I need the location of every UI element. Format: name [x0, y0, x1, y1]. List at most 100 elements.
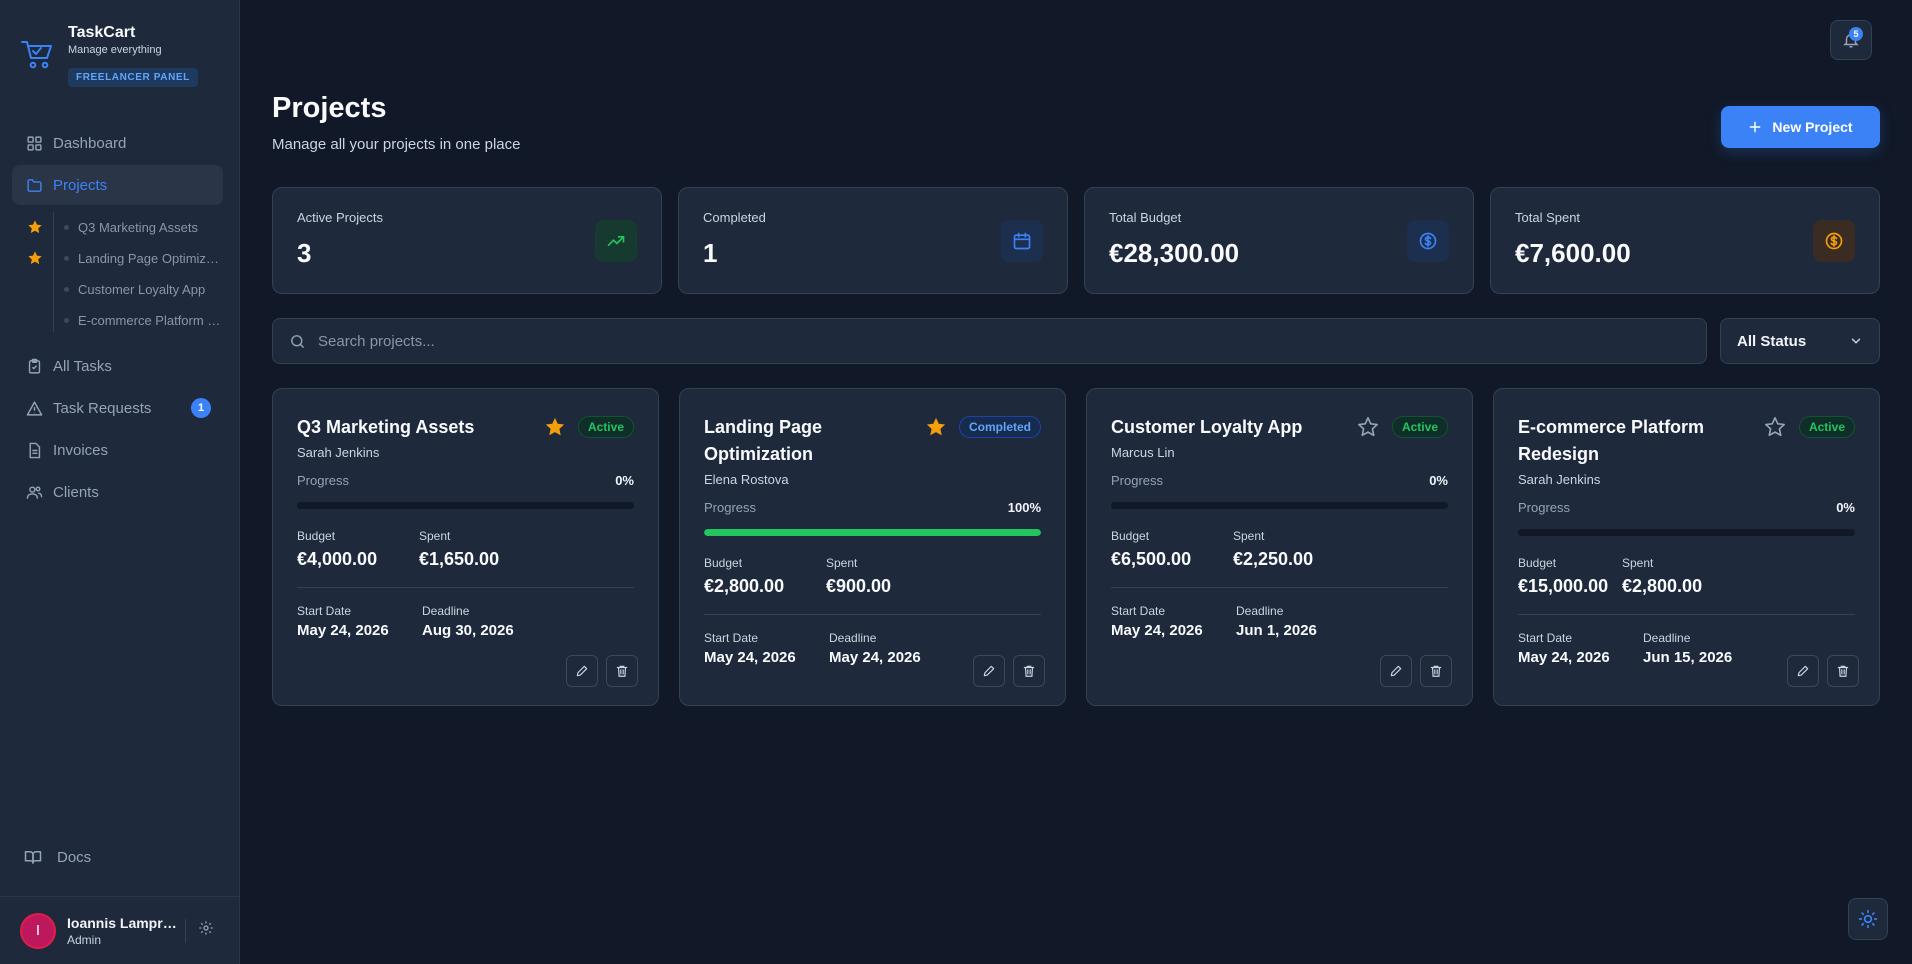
project-link[interactable]: Q3 Marketing Assets	[64, 217, 224, 237]
sidebar: TaskCart Manage everything FREELANCER PA…	[0, 0, 240, 964]
notifications-button[interactable]: 5	[1830, 20, 1872, 60]
trash-icon	[1430, 665, 1442, 677]
docs-label: Docs	[57, 848, 92, 866]
users-icon	[26, 485, 43, 499]
budget-value: €15,000.00	[1518, 576, 1609, 596]
client-name: Elena Rostova	[704, 472, 789, 487]
start-date-value: May 24, 2026	[297, 622, 389, 639]
stat-value: 3	[297, 238, 312, 268]
brand-name: TaskCart	[68, 24, 136, 41]
deadline-label: Deadline	[1236, 604, 1284, 618]
start-date-label: Start Date	[297, 604, 352, 618]
stat-value: 1	[703, 238, 718, 268]
start-date-value: May 24, 2026	[1518, 649, 1610, 666]
sidebar-item-projects[interactable]: Projects	[12, 165, 223, 205]
pencil-icon	[983, 665, 995, 677]
project-card[interactable]: Landing Page Optimization Completed Elen…	[679, 388, 1066, 706]
calendar-icon	[1013, 232, 1031, 250]
star-outline-icon[interactable]	[1764, 416, 1786, 438]
stat-label: Completed	[703, 210, 766, 225]
docs-link[interactable]: Docs	[24, 848, 91, 866]
sidebar-item-clients[interactable]: Clients	[12, 472, 223, 512]
plus-icon	[1750, 121, 1761, 133]
dollar-circle-icon	[1825, 232, 1843, 250]
divider	[1518, 614, 1855, 615]
divider	[704, 614, 1041, 615]
sidebar-item-task-requests[interactable]: Task Requests 1	[12, 388, 223, 428]
bullet-dot	[64, 224, 69, 230]
budget-value: €2,800.00	[704, 576, 785, 596]
user-name: Ioannis Lampropoulos	[67, 914, 177, 931]
pencil-icon	[576, 665, 588, 677]
trash-icon	[1023, 665, 1035, 677]
progress-bar	[704, 529, 1041, 536]
spent-label: Spent	[826, 556, 858, 570]
grid-icon	[27, 135, 42, 151]
progress-value: 0%	[1429, 473, 1448, 488]
progress-bar	[297, 502, 634, 509]
notification-count-badge: 5	[1849, 27, 1863, 41]
bullet-dot	[64, 255, 69, 261]
stat-value: €7,600.00	[1515, 238, 1631, 268]
progress-label: Progress	[704, 500, 757, 515]
page-subtitle: Manage all your projects in one place	[272, 136, 521, 153]
budget-label: Budget	[1518, 556, 1557, 570]
search-input[interactable]	[318, 332, 1618, 350]
stat-icon-box	[1407, 220, 1449, 262]
client-name: Marcus Lin	[1111, 445, 1175, 460]
stat-card-completed: Completed 1	[678, 187, 1068, 294]
progress-label: Progress	[1518, 500, 1571, 515]
start-date-label: Start Date	[704, 631, 759, 645]
pencil-icon	[1390, 665, 1402, 677]
theme-toggle-button[interactable]	[1848, 898, 1888, 940]
project-link[interactable]: Landing Page Optimization	[64, 248, 224, 268]
delete-button[interactable]	[1013, 655, 1045, 687]
project-card[interactable]: Customer Loyalty App Active Marcus Lin P…	[1086, 388, 1473, 706]
deadline-value: Jun 1, 2026	[1236, 622, 1317, 639]
project-link[interactable]: E-commerce Platform Redesign	[64, 310, 224, 330]
project-title: Customer Loyalty App	[1111, 417, 1303, 437]
edit-button[interactable]	[566, 655, 598, 687]
project-card[interactable]: E-commerce Platform Redesign Active Sara…	[1493, 388, 1880, 706]
brand[interactable]: TaskCart Manage everything FREELANCER PA…	[20, 24, 198, 87]
sidebar-item-all-tasks[interactable]: All Tasks	[12, 346, 223, 386]
cart-logo-icon	[21, 41, 52, 69]
client-name: Sarah Jenkins	[1518, 472, 1601, 487]
delete-button[interactable]	[606, 655, 638, 687]
delete-button[interactable]	[1827, 655, 1859, 687]
spent-label: Spent	[1233, 529, 1265, 543]
brand-tagline: Manage everything	[68, 44, 162, 56]
divider	[185, 918, 186, 943]
edit-button[interactable]	[1380, 655, 1412, 687]
client-name: Sarah Jenkins	[297, 445, 380, 460]
trash-icon	[1837, 665, 1849, 677]
star-outline-icon[interactable]	[1357, 416, 1379, 438]
sidebar-item-dashboard[interactable]: Dashboard	[12, 123, 223, 163]
spent-label: Spent	[1622, 556, 1654, 570]
avatar[interactable]: I	[20, 912, 56, 949]
trending-up-icon	[607, 236, 625, 246]
settings-button[interactable]	[198, 920, 214, 941]
star-filled-icon[interactable]	[544, 416, 566, 438]
new-project-button[interactable]: New Project	[1721, 106, 1880, 148]
progress-bar	[1111, 502, 1448, 509]
edit-button[interactable]	[1787, 655, 1819, 687]
stat-icon-box	[1001, 220, 1043, 262]
project-card[interactable]: Q3 Marketing Assets Active Sarah Jenkins…	[272, 388, 659, 706]
sidebar-item-label: Dashboard	[53, 134, 127, 152]
start-date-label: Start Date	[1111, 604, 1166, 618]
status-badge: Completed	[958, 416, 1041, 438]
status-filter-select[interactable]: All Status	[1720, 318, 1880, 364]
start-date-value: May 24, 2026	[1111, 622, 1203, 639]
delete-button[interactable]	[1420, 655, 1452, 687]
sidebar-item-label: Projects	[53, 176, 108, 194]
project-link-label: Q3 Marketing Assets	[78, 219, 198, 235]
sidebar-item-label: Invoices	[53, 441, 109, 459]
edit-button[interactable]	[973, 655, 1005, 687]
sidebar-item-invoices[interactable]: Invoices	[12, 430, 223, 470]
project-link[interactable]: Customer Loyalty App	[64, 279, 224, 299]
folder-icon	[27, 178, 42, 192]
star-filled-icon[interactable]	[925, 416, 947, 438]
divider	[1111, 587, 1448, 588]
deadline-value: May 24, 2026	[829, 649, 921, 666]
